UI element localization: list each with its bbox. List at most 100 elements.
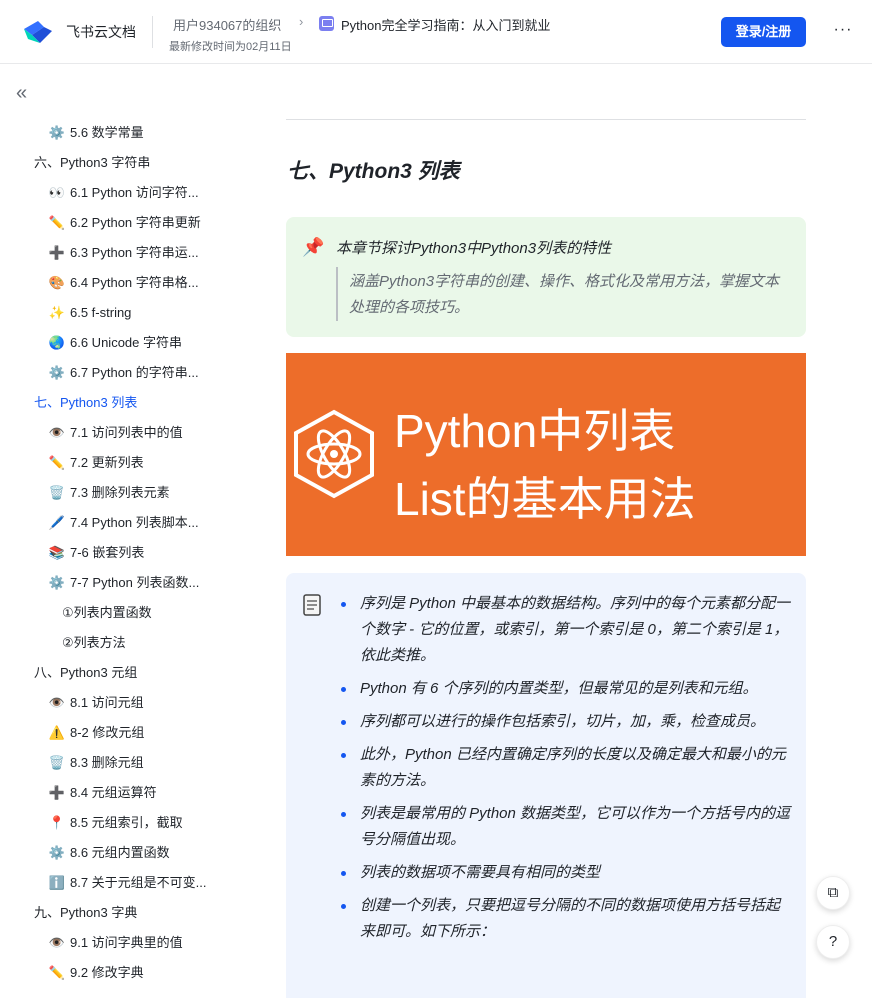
pencil-icon: ✏️ bbox=[48, 965, 66, 980]
gear-icon: ⚙️ bbox=[48, 575, 66, 590]
toc-item-label: 6.7 Python 的字符串... bbox=[70, 365, 199, 380]
bullet-item: 序列都可以进行的操作包括索引，切片，加，乘，检查成员。 bbox=[336, 709, 791, 735]
toc-item[interactable]: ⚠️ 8-2 修改元组 bbox=[48, 718, 145, 748]
toc-item[interactable]: ⚙️ 5.6 数学常量 bbox=[48, 118, 144, 148]
bullet-item: 序列是 Python 中最基本的数据结构。序列中的每个元素都分配一个数字 - 它… bbox=[336, 591, 791, 669]
login-register-button[interactable]: 登录/注册 bbox=[721, 17, 806, 47]
toc-item[interactable]: ℹ️ 8.7 关于元组是不可变... bbox=[48, 868, 207, 898]
section-heading: 七、Python3 列表 bbox=[287, 160, 460, 183]
eye-icon: 👁️ bbox=[48, 935, 66, 950]
toc-item-label: 8.3 删除元组 bbox=[70, 755, 144, 770]
toc-item[interactable]: 🗑️ 7.3 删除列表元素 bbox=[48, 478, 170, 508]
stack-icon: 📚 bbox=[48, 545, 66, 560]
toc-item-label: 8.6 元组内置函数 bbox=[70, 845, 170, 860]
trash-icon: 🗑️ bbox=[48, 755, 66, 770]
eye-icon: 👁️ bbox=[48, 695, 66, 710]
toc-item[interactable]: 七、Python3 列表 bbox=[34, 388, 137, 418]
warning-icon: ⚠️ bbox=[48, 725, 66, 740]
toc-item[interactable]: ✨ 6.5 f-string bbox=[48, 298, 132, 328]
last-modified: 最新修改时间为02月11日 bbox=[169, 41, 292, 53]
plus-icon: ➕ bbox=[48, 245, 66, 260]
toc-item[interactable]: ⚙️ 8.6 元组内置函数 bbox=[48, 838, 170, 868]
toc-item-label: 六、Python3 字符串 bbox=[34, 155, 151, 170]
memo-icon bbox=[303, 594, 321, 616]
bullet-item: 创建一个列表，只要把逗号分隔的不同的数据项使用方括号括起来即可。如下所示： bbox=[336, 893, 791, 945]
gear-icon: ⚙️ bbox=[48, 125, 66, 140]
toc-item-label: 6.6 Unicode 字符串 bbox=[70, 335, 182, 350]
toc-item[interactable]: ➕ 6.3 Python 字符串运... bbox=[48, 238, 199, 268]
top-bar: 飞书云文档 用户934067的组织 › Python完全学习指南：从入门到就业 … bbox=[0, 0, 872, 64]
gear-icon: ⚙️ bbox=[48, 845, 66, 860]
copy-link-icon[interactable]: ⧉ bbox=[816, 876, 850, 910]
toc-item-label: 6.3 Python 字符串运... bbox=[70, 245, 199, 260]
pushpin-icon: 📌 bbox=[302, 237, 325, 257]
plus-icon: ➕ bbox=[48, 785, 66, 800]
toc-item-label: 8.4 元组运算符 bbox=[70, 785, 157, 800]
callout-quote: 涵盖Python3字符串的创建、操作、格式化及常用方法，掌握文本处理的各项技巧。 bbox=[349, 273, 780, 316]
toc-item[interactable]: 🗑️ 8.3 删除元组 bbox=[48, 748, 144, 778]
toc-item-label: 8.1 访问元组 bbox=[70, 695, 144, 710]
toc-item-label: 七、Python3 列表 bbox=[34, 395, 138, 410]
bullet-item: Python 有 6 个序列的内置类型，但最常见的是列表和元组。 bbox=[336, 676, 791, 702]
toc-item-label: 7.2 更新列表 bbox=[70, 455, 144, 470]
toc-item[interactable]: ✏️ 7.2 更新列表 bbox=[48, 448, 144, 478]
document-icon bbox=[319, 16, 334, 31]
more-options-icon[interactable]: ··· bbox=[830, 18, 856, 44]
eye-icon: 👁️ bbox=[48, 425, 66, 440]
toc-item[interactable]: 👁️ 8.1 访问元组 bbox=[48, 688, 144, 718]
toc-item[interactable]: ②列表方法 bbox=[62, 628, 126, 658]
toc-item-label: 6.1 Python 访问字符... bbox=[70, 185, 199, 200]
bullet-item: 此外，Python 已经内置确定序列的长度以及确定最大和最小的元素的方法。 bbox=[336, 742, 791, 794]
toc-item[interactable]: ✏️ 9.2 修改字典 bbox=[48, 958, 144, 988]
breadcrumb-org[interactable]: 用户934067的组织 bbox=[173, 15, 281, 34]
quote-bar bbox=[336, 267, 338, 321]
toc-item[interactable]: 九、Python3 字典 bbox=[34, 898, 137, 928]
globe-icon: 🌏 bbox=[48, 335, 66, 350]
eyes-icon: 👀 bbox=[48, 185, 66, 200]
toc-item[interactable]: 👁️ 9.1 访问字典里的值 bbox=[48, 928, 183, 958]
toc-item[interactable]: 六、Python3 字符串 bbox=[34, 148, 150, 178]
toc-item-label: 九、Python3 字典 bbox=[34, 905, 138, 920]
toc-item-label: ①列表内置函数 bbox=[62, 605, 152, 620]
toc-item[interactable]: ⚙️ 6.7 Python 的字符串... bbox=[48, 358, 199, 388]
divider bbox=[286, 119, 806, 120]
banner-title-line2: List的基本用法 bbox=[394, 473, 696, 525]
toc-item-label: 7-6 嵌套列表 bbox=[70, 545, 145, 560]
toc-item[interactable]: 🖊️ 7.4 Python 列表脚本... bbox=[48, 508, 199, 538]
toc-item-label: 6.4 Python 字符串格... bbox=[70, 275, 199, 290]
toc-item[interactable]: 🎨 6.4 Python 字符串格... bbox=[48, 268, 199, 298]
react-atom-icon bbox=[294, 409, 374, 499]
toc-item-label: 8-2 修改元组 bbox=[70, 725, 145, 740]
toc-item[interactable]: ➕ 8.4 元组运算符 bbox=[48, 778, 157, 808]
brand-name[interactable]: 飞书云文档 bbox=[66, 22, 136, 42]
toc-item[interactable]: 🌏 6.6 Unicode 字符串 bbox=[48, 328, 182, 358]
collapse-sidebar-icon[interactable]: « bbox=[16, 83, 38, 105]
toc-item-label: 9.2 修改字典 bbox=[70, 965, 144, 980]
pin-icon: 📍 bbox=[48, 815, 66, 830]
toc-item-label: 7.3 删除列表元素 bbox=[70, 485, 170, 500]
toc-item[interactable]: 👀 6.1 Python 访问字符... bbox=[48, 178, 199, 208]
pencil-icon: ✏️ bbox=[48, 215, 66, 230]
toc-item[interactable]: ①列表内置函数 bbox=[62, 598, 152, 628]
toc-item[interactable]: 📍 8.5 元组索引，截取 bbox=[48, 808, 183, 838]
toc-item-label: 8.5 元组索引，截取 bbox=[70, 815, 183, 830]
bullet-item: 列表的数据项不需要具有相同的类型 bbox=[336, 860, 791, 886]
toc-item-label: ②列表方法 bbox=[62, 635, 126, 650]
feishu-logo[interactable] bbox=[22, 17, 54, 47]
toc-item[interactable]: 📚 7-6 嵌套列表 bbox=[48, 538, 145, 568]
gear-icon: ⚙️ bbox=[48, 365, 66, 380]
breadcrumb-doc-title[interactable]: Python完全学习指南：从入门到就业 bbox=[341, 15, 550, 34]
breadcrumb-chevron-icon: › bbox=[299, 14, 304, 29]
toc-item[interactable]: ✏️ 6.2 Python 字符串更新 bbox=[48, 208, 201, 238]
info-icon: ℹ️ bbox=[48, 875, 66, 890]
toc-item-label: 7.1 访问列表中的值 bbox=[70, 425, 183, 440]
toc-item[interactable]: 八、Python3 元组 bbox=[34, 658, 137, 688]
palette-icon: 🎨 bbox=[48, 275, 66, 290]
toc-item[interactable]: ⚙️ 7-7 Python 列表函数... bbox=[48, 568, 199, 598]
toc-item[interactable]: 👁️ 7.1 访问列表中的值 bbox=[48, 418, 183, 448]
help-icon[interactable]: ? bbox=[816, 925, 850, 959]
bullet-item: 列表是最常用的 Python 数据类型，它可以作为一个方括号内的逗号分隔值出现。 bbox=[336, 801, 791, 853]
toc-item-label: 八、Python3 元组 bbox=[34, 665, 138, 680]
callout-title: 本章节探讨Python3中Python3列表的特性 bbox=[336, 240, 612, 257]
toc-item-label: 7-7 Python 列表函数... bbox=[70, 575, 200, 590]
